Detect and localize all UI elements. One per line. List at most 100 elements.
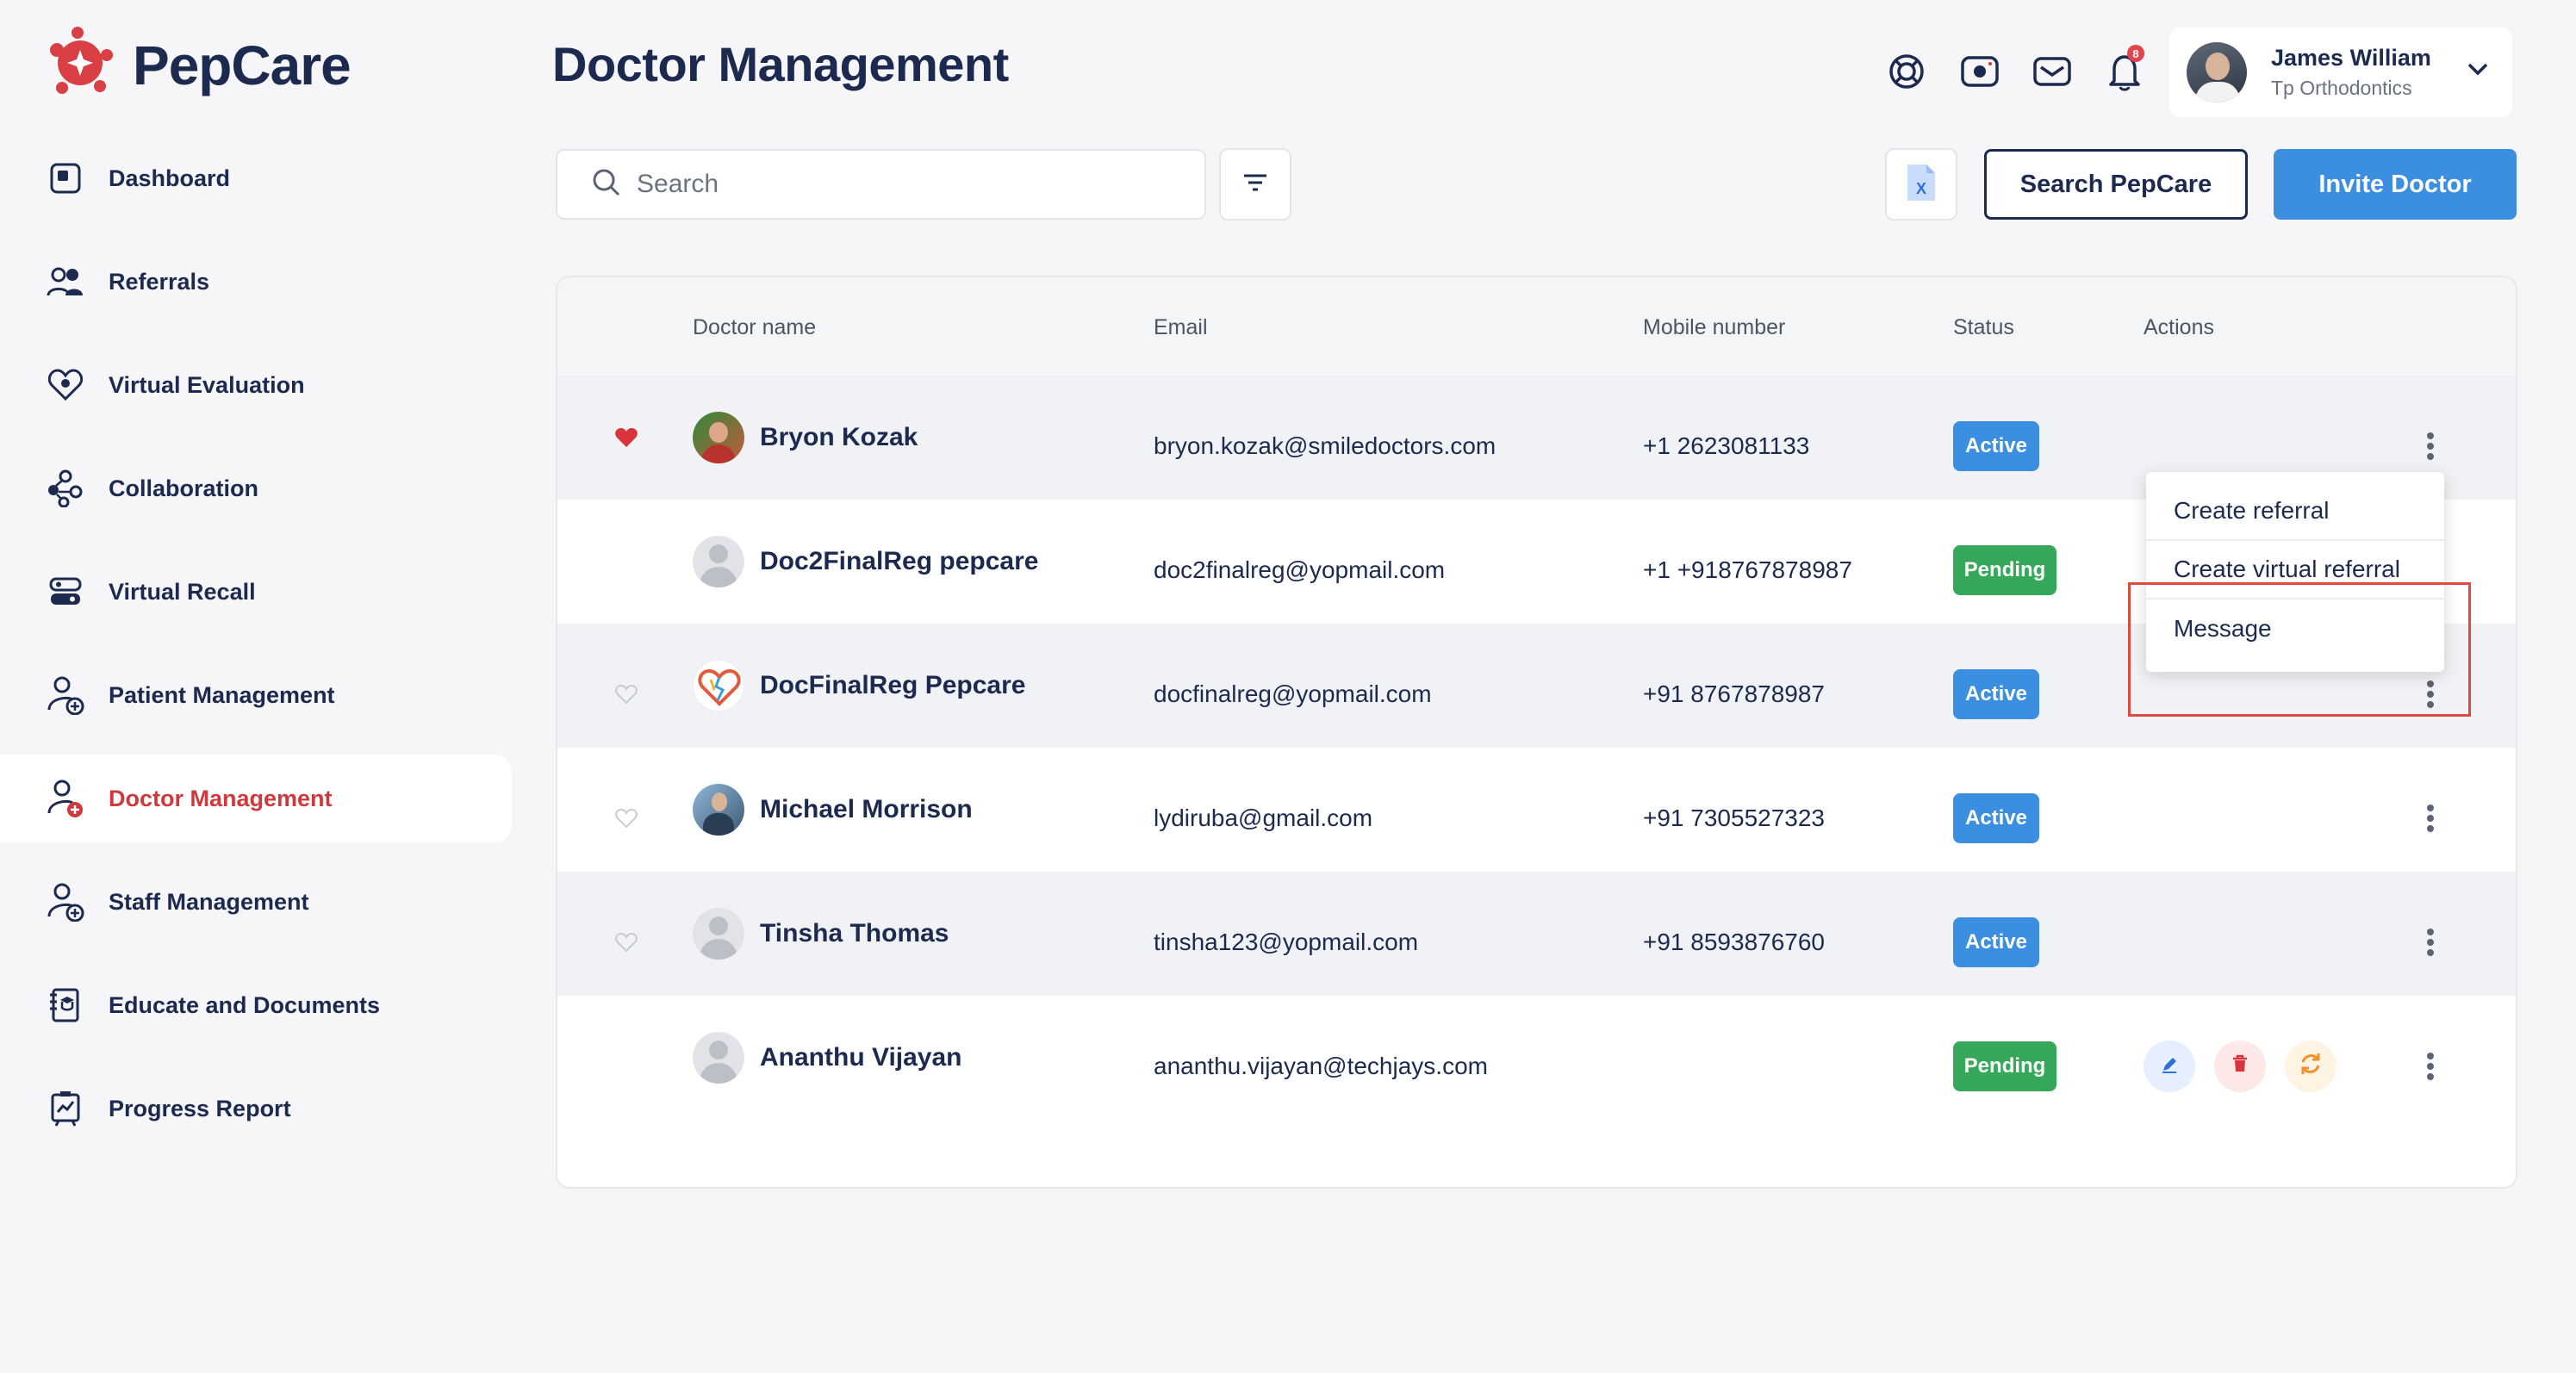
page-title: Doctor Management bbox=[552, 37, 1009, 91]
chevron-down-icon bbox=[2466, 60, 2490, 82]
column-header-mobile: Mobile number bbox=[1643, 315, 1786, 339]
documents-icon bbox=[45, 985, 86, 1026]
search-pepcare-button[interactable]: Search PepCare bbox=[1984, 149, 2248, 220]
status-badge: Active bbox=[1953, 793, 2039, 843]
sidebar-item-label: Virtual Recall bbox=[109, 578, 256, 605]
sidebar-item-label: Educate and Documents bbox=[109, 991, 381, 1018]
more-options-icon[interactable] bbox=[2413, 1004, 2448, 1128]
staff-icon bbox=[45, 881, 86, 923]
notification-count-badge: 8 bbox=[2127, 45, 2144, 62]
sidebar-item-label: Collaboration bbox=[109, 475, 258, 501]
doctor-email: bryon.kozak@smiledoctors.com bbox=[1154, 432, 1496, 459]
doctor-name[interactable]: Bryon Kozak bbox=[760, 423, 918, 452]
doctor-email: docfinalreg@yopmail.com bbox=[1154, 680, 1432, 707]
user-avatar bbox=[2187, 42, 2247, 103]
camera-icon[interactable] bbox=[1958, 50, 2001, 93]
export-excel-button[interactable]: X bbox=[1885, 148, 1957, 221]
search-icon bbox=[592, 168, 621, 202]
pepcare-logo[interactable]: PepCare bbox=[43, 26, 352, 104]
search-input[interactable] bbox=[637, 170, 1154, 199]
sidebar-item-label: Progress Report bbox=[109, 1095, 291, 1121]
menu-item-create-virtual-referral[interactable]: Create virtual referral bbox=[2146, 541, 2444, 600]
sidebar-item-staff-management[interactable]: Staff Management bbox=[0, 858, 512, 946]
collaboration-icon bbox=[45, 468, 86, 509]
report-icon bbox=[45, 1088, 86, 1129]
sidebar-item-label: Dashboard bbox=[109, 165, 231, 191]
sidebar: Dashboard Referrals Virtual Evaluation C… bbox=[0, 134, 512, 1168]
sidebar-item-label: Doctor Management bbox=[109, 785, 333, 811]
doctor-avatar-placeholder bbox=[693, 908, 744, 960]
referrals-icon bbox=[45, 261, 86, 302]
user-profile-menu[interactable]: James William Tp Orthodontics bbox=[2169, 28, 2512, 117]
doctor-mobile: +1 +918767878987 bbox=[1643, 556, 1852, 583]
doctor-avatar-placeholder bbox=[693, 1032, 744, 1084]
status-badge: Active bbox=[1953, 917, 2039, 967]
support-icon[interactable] bbox=[1885, 50, 1928, 93]
filter-button[interactable] bbox=[1219, 148, 1291, 221]
doctor-email: tinsha123@yopmail.com bbox=[1154, 929, 1419, 955]
mail-icon[interactable] bbox=[2031, 50, 2074, 93]
doctor-name[interactable]: Ananthu Vijayan bbox=[760, 1043, 962, 1072]
recall-icon bbox=[45, 571, 86, 612]
sidebar-item-label: Virtual Evaluation bbox=[109, 371, 305, 398]
sidebar-item-progress-report[interactable]: Progress Report bbox=[0, 1065, 512, 1152]
favorite-heart-filled-icon[interactable] bbox=[609, 376, 644, 500]
excel-file-icon: X bbox=[1904, 162, 1938, 208]
doctor-avatar bbox=[693, 784, 744, 836]
column-header-status: Status bbox=[1953, 315, 2014, 339]
menu-item-message[interactable]: Message bbox=[2146, 600, 2444, 658]
doctor-name[interactable]: Tinsha Thomas bbox=[760, 919, 949, 948]
table-row[interactable]: Ananthu Vijayan ananthu.vijayan@techjays… bbox=[557, 996, 2516, 1120]
doctor-avatar bbox=[693, 660, 744, 711]
table-row[interactable]: Michael Morrison lydiruba@gmail.com +91 … bbox=[557, 748, 2516, 872]
sidebar-item-label: Staff Management bbox=[109, 888, 309, 915]
notification-bell-icon[interactable]: 8 bbox=[2103, 45, 2146, 93]
app-name: PepCare bbox=[133, 34, 352, 96]
column-header-actions: Actions bbox=[2144, 315, 2214, 339]
user-name: James William bbox=[2271, 45, 2431, 71]
sidebar-item-label: Referrals bbox=[109, 268, 210, 295]
sidebar-item-dashboard[interactable]: Dashboard bbox=[0, 134, 512, 222]
sidebar-item-label: Patient Management bbox=[109, 681, 335, 708]
filter-icon bbox=[1242, 172, 1268, 197]
sidebar-item-patient-management[interactable]: Patient Management bbox=[0, 651, 512, 739]
pepcare-logo-icon bbox=[43, 26, 117, 104]
doctor-avatar bbox=[693, 412, 744, 463]
doctor-email: lydiruba@gmail.com bbox=[1154, 805, 1373, 831]
status-badge: Pending bbox=[1953, 545, 2056, 595]
sidebar-item-referrals[interactable]: Referrals bbox=[0, 238, 512, 326]
sidebar-item-collaboration[interactable]: Collaboration bbox=[0, 444, 512, 532]
sidebar-item-doctor-management[interactable]: Doctor Management bbox=[0, 755, 512, 842]
edit-button[interactable] bbox=[2144, 1041, 2195, 1092]
search-field[interactable] bbox=[556, 149, 1206, 220]
table-row[interactable]: Tinsha Thomas tinsha123@yopmail.com +91 … bbox=[557, 872, 2516, 996]
doctor-name[interactable]: DocFinalReg Pepcare bbox=[760, 671, 1025, 700]
row-actions-menu: Create referral Create virtual referral … bbox=[2146, 472, 2444, 672]
sidebar-item-virtual-recall[interactable]: Virtual Recall bbox=[0, 548, 512, 636]
doctor-mobile: +91 8593876760 bbox=[1643, 929, 1825, 955]
favorite-heart-outline-icon[interactable] bbox=[609, 756, 644, 880]
more-options-icon[interactable] bbox=[2413, 880, 2448, 1004]
status-badge: Active bbox=[1953, 421, 2039, 471]
invite-doctor-button[interactable]: Invite Doctor bbox=[2274, 149, 2517, 220]
sidebar-item-educate-documents[interactable]: Educate and Documents bbox=[0, 961, 512, 1049]
doctor-icon bbox=[45, 778, 86, 819]
doctor-name[interactable]: Michael Morrison bbox=[760, 795, 973, 824]
patient-icon bbox=[45, 674, 86, 716]
user-org: Tp Orthodontics bbox=[2271, 77, 2412, 99]
resend-button[interactable] bbox=[2285, 1041, 2336, 1092]
doctor-name[interactable]: Doc2FinalReg pepcare bbox=[760, 547, 1038, 576]
svg-text:X: X bbox=[1916, 180, 1926, 197]
more-options-icon[interactable] bbox=[2413, 756, 2448, 880]
pencil-icon bbox=[2160, 1053, 2179, 1080]
favorite-heart-outline-icon[interactable] bbox=[609, 880, 644, 1004]
sidebar-item-virtual-evaluation[interactable]: Virtual Evaluation bbox=[0, 341, 512, 429]
dashboard-icon bbox=[45, 158, 86, 199]
delete-button[interactable] bbox=[2214, 1041, 2266, 1092]
column-header-email: Email bbox=[1154, 315, 1208, 339]
doctor-mobile: +91 8767878987 bbox=[1643, 680, 1825, 707]
doctor-email: doc2finalreg@yopmail.com bbox=[1154, 556, 1446, 583]
favorite-heart-outline-icon[interactable] bbox=[609, 632, 644, 756]
menu-item-create-referral[interactable]: Create referral bbox=[2146, 482, 2444, 541]
trash-icon bbox=[2231, 1053, 2249, 1080]
